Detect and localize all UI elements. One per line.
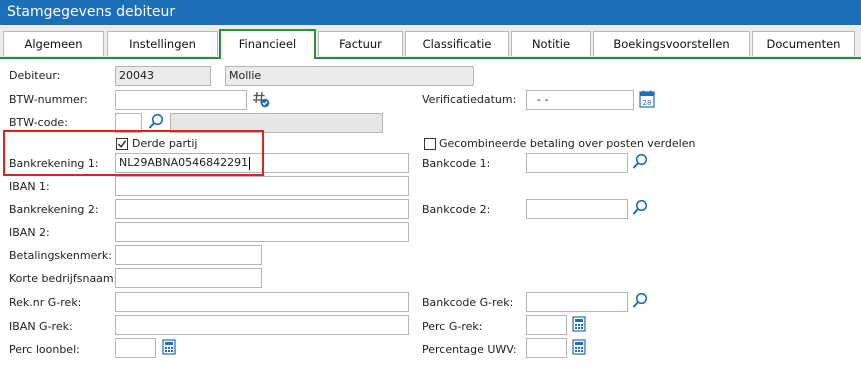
- gecombineerde-betaling-label: Gecombineerde betaling over posten verde…: [439, 137, 696, 150]
- iban-grek-input[interactable]: [115, 315, 409, 335]
- calculator-icon[interactable]: [572, 316, 586, 335]
- tab-notitie[interactable]: Notitie: [511, 31, 591, 56]
- perc-grek-label: Perc G-rek:: [422, 320, 483, 333]
- magnifier-icon[interactable]: [632, 199, 648, 219]
- bankrekening-1-input[interactable]: NL29ABNA0546842291: [115, 153, 409, 173]
- debiteur-code-field: 20043: [115, 66, 211, 86]
- bankcode-2-label: Bankcode 2:: [422, 203, 491, 216]
- betalingskenmerk-label: Betalingskenmerk:: [9, 249, 112, 262]
- bankrekening-1-value: NL29ABNA0546842291: [119, 156, 249, 169]
- calendar-icon[interactable]: 28: [639, 90, 655, 111]
- btw-code-label: BTW-code:: [9, 116, 68, 129]
- bankrekening-2-input[interactable]: [115, 199, 409, 219]
- bankcode-grek-input[interactable]: [526, 292, 628, 312]
- percentage-uwv-input[interactable]: [526, 338, 567, 358]
- text-caret: [249, 156, 251, 170]
- btw-nummer-input[interactable]: [115, 90, 247, 110]
- magnifier-icon[interactable]: [632, 292, 648, 312]
- tab-boekingsvoorstellen[interactable]: Boekingsvoorstellen: [593, 31, 750, 56]
- perc-loonbel-input[interactable]: [115, 338, 156, 358]
- bankcode-1-label: Bankcode 1:: [422, 157, 491, 170]
- betalingskenmerk-input[interactable]: [115, 245, 262, 265]
- btw-code-input[interactable]: [115, 113, 142, 133]
- verificatiedatum-input[interactable]: - -: [526, 90, 634, 110]
- tab-underline: [0, 57, 861, 59]
- window-titlebar: Stamgegevens debiteur: [0, 0, 861, 25]
- magnifier-icon[interactable]: [148, 113, 164, 133]
- tab-factuur[interactable]: Factuur: [318, 31, 403, 56]
- tab-instellingen[interactable]: Instellingen: [107, 31, 218, 56]
- tab-algemeen[interactable]: Algemeen: [3, 31, 104, 56]
- iban-1-input[interactable]: [115, 176, 409, 196]
- iban-grek-label: IBAN G-rek:: [9, 320, 73, 333]
- bankcode-1-input[interactable]: [526, 153, 628, 173]
- reknr-grek-label: Rek.nr G-rek:: [9, 296, 82, 309]
- korte-bedrijfsnaam-label: Korte bedrijfsnaam:: [9, 272, 118, 285]
- hash-check-icon[interactable]: [252, 90, 270, 111]
- bankcode-2-input[interactable]: [526, 199, 628, 219]
- bankcode-grek-label: Bankcode G-rek:: [422, 296, 514, 309]
- percentage-uwv-label: Percentage UWV:: [422, 343, 517, 356]
- debiteur-label: Debiteur:: [9, 69, 61, 82]
- magnifier-icon[interactable]: [632, 153, 648, 173]
- verificatiedatum-label: Verificatiedatum:: [422, 93, 517, 106]
- window-title: Stamgegevens debiteur: [7, 4, 176, 20]
- calculator-icon[interactable]: [572, 339, 586, 358]
- tab-financieel[interactable]: Financieel: [219, 29, 316, 59]
- derde-partij-label: Derde partij: [132, 137, 198, 150]
- bankrekening-1-label: Bankrekening 1:: [9, 157, 99, 170]
- debiteur-name-field: Mollie: [225, 66, 474, 86]
- iban-2-label: IBAN 2:: [9, 226, 50, 239]
- perc-grek-input[interactable]: [526, 315, 567, 335]
- calculator-icon[interactable]: [162, 339, 176, 358]
- iban-2-input[interactable]: [115, 222, 409, 242]
- tab-classificatie[interactable]: Classificatie: [405, 31, 509, 56]
- btw-code-description: [170, 113, 383, 133]
- tab-documenten[interactable]: Documenten: [752, 31, 855, 56]
- derde-partij-checkbox[interactable]: [116, 138, 128, 150]
- korte-bedrijfsnaam-input[interactable]: [115, 268, 262, 288]
- reknr-grek-input[interactable]: [115, 292, 409, 312]
- perc-loonbel-label: Perc loonbel:: [9, 343, 80, 356]
- bankrekening-2-label: Bankrekening 2:: [9, 203, 99, 216]
- btw-nummer-label: BTW-nummer:: [9, 93, 88, 106]
- svg-text:28: 28: [643, 99, 652, 107]
- gecombineerde-betaling-checkbox[interactable]: [424, 138, 436, 150]
- iban-1-label: IBAN 1:: [9, 180, 50, 193]
